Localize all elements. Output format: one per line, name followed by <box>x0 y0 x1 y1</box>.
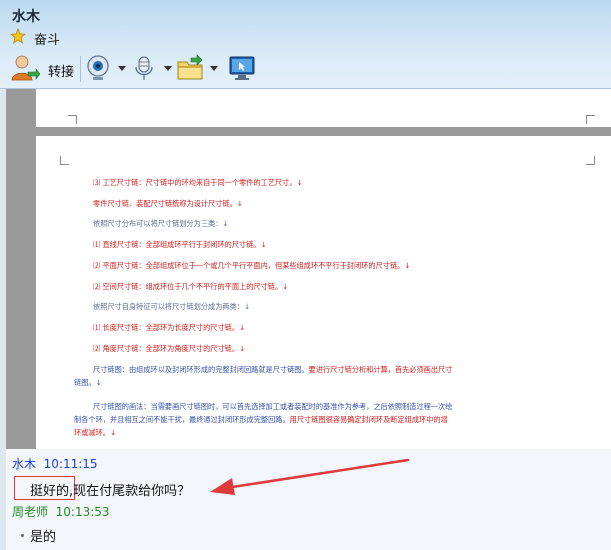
page-corner-mark <box>68 115 77 124</box>
document-span: 用尺寸链图很容易确定封闭环及断定组成环中的增 <box>289 415 448 424</box>
document-line: ⑴ 长度尺寸链：全部环为长度尺寸的尺寸链。↓ <box>93 323 246 332</box>
message-body: 是的 <box>30 530 57 545</box>
chevron-down-icon[interactable] <box>210 66 218 71</box>
transfer-person-icon <box>11 55 41 81</box>
document-line: 尺寸链图的画法：当需要画尺寸链图时，可以首先选择加工或者装配时的基准作为参考，之… <box>93 402 453 411</box>
voice-call-button[interactable] <box>130 54 174 84</box>
highlighted-text: 挺好的 <box>30 484 70 499</box>
transfer-label: 转接 <box>48 65 75 80</box>
document-line: ⑴ 直线尺寸链：全部组成环平行于封闭环的尺寸链。↓ <box>93 240 267 249</box>
chevron-down-icon[interactable] <box>118 66 126 71</box>
transfer-button[interactable]: 转接 <box>10 54 74 84</box>
document-line: 依照尺寸自身特征可以将尺寸链划分成为两类：↓ <box>93 302 250 311</box>
star-icon <box>10 28 26 44</box>
folder-icon <box>177 54 203 80</box>
document-line: 链图。↓ <box>74 378 102 387</box>
document-span: 要进行尺寸链分析和计算，首先必须画出尺寸 <box>308 365 453 374</box>
document-line: ⑶ 工艺尺寸链：尺寸链中的环均来自于同一个零件的工艺尺寸。↓ <box>93 178 303 187</box>
document-span: 尺寸链图：由组成环以及封闭环形成的完整封闭回路就是尺寸链图。 <box>93 365 309 374</box>
message-body: ,现在付尾款给你吗？ <box>69 484 191 499</box>
toolbar-divider <box>80 56 81 82</box>
annotation-arrow <box>210 458 410 495</box>
page-corner-mark <box>586 115 595 124</box>
document-span: 制各个环，并且相互之间不能干扰，最终通过封闭环形成完整回路。 <box>74 415 290 424</box>
document-page: ⑶ 工艺尺寸链：尺寸链中的环均来自于同一个零件的工艺尺寸。↓ 零件尺寸链、装配尺… <box>36 136 611 449</box>
video-call-button[interactable] <box>84 54 128 84</box>
page-corner-mark <box>60 156 69 165</box>
chat-header: 水木 奋斗 转接 <box>0 0 611 89</box>
contact-name: 水木 <box>12 9 40 25</box>
document-page <box>36 89 611 127</box>
document-line: ⑵ 空间尺寸链：组成环位于几个不平行的平面上的尺寸链。↓ <box>93 282 289 291</box>
chevron-down-icon[interactable] <box>164 66 172 71</box>
document-line: ⑵ 平面尺寸链：全部组成环位于一个或几个平行平面内，但某些组成环不平行于封闭环的… <box>93 261 411 270</box>
message-time: 10:13:53 <box>55 505 110 519</box>
document-paragraph: 制各个环，并且相互之间不能干扰，最终通过封闭环形成完整回路。用尺寸链图很容易确定… <box>74 415 448 425</box>
chat-history[interactable]: ⑶ 工艺尺寸链：尺寸链中的环均来自于同一个零件的工艺尺寸。↓ 零件尺寸链、装配尺… <box>0 89 611 550</box>
message-header: 周老师 10:13:53 <box>12 503 110 520</box>
document-paragraph: 尺寸链图：由组成环以及封闭环形成的完整封闭回路就是尺寸链图。要进行尺寸链分析和计… <box>93 365 452 375</box>
webcam-icon <box>87 55 109 80</box>
message-header: 水木 10:11:15 <box>12 455 98 472</box>
shared-document-image: ⑶ 工艺尺寸链：尺寸链中的环均来自于同一个零件的工艺尺寸。↓ 零件尺寸链、装配尺… <box>6 89 611 449</box>
page-corner-mark <box>586 156 595 165</box>
remote-assist-button[interactable] <box>228 54 258 84</box>
document-line: 环或减环。↓ <box>74 428 116 437</box>
microphone-icon <box>135 56 153 80</box>
bullet-icon <box>21 534 24 537</box>
sender-name: 周老师 <box>12 505 49 519</box>
send-file-button[interactable] <box>176 54 220 84</box>
message-time: 10:11:15 <box>43 457 98 471</box>
contact-signature: 奋斗 <box>34 33 61 48</box>
remote-desktop-icon <box>229 56 255 80</box>
message-text: 挺好的,现在付尾款给你吗？ <box>30 480 190 499</box>
document-line: 依照尺寸分布可以将尺寸链划分为三类：↓ <box>93 219 229 228</box>
sender-name: 水木 <box>12 457 37 471</box>
document-line: 零件尺寸链、装配尺寸链统称为设计尺寸链。↓ <box>93 199 243 208</box>
document-line: ⑵ 角度尺寸链：全部环为角度尺寸的尺寸链。↓ <box>93 344 246 353</box>
